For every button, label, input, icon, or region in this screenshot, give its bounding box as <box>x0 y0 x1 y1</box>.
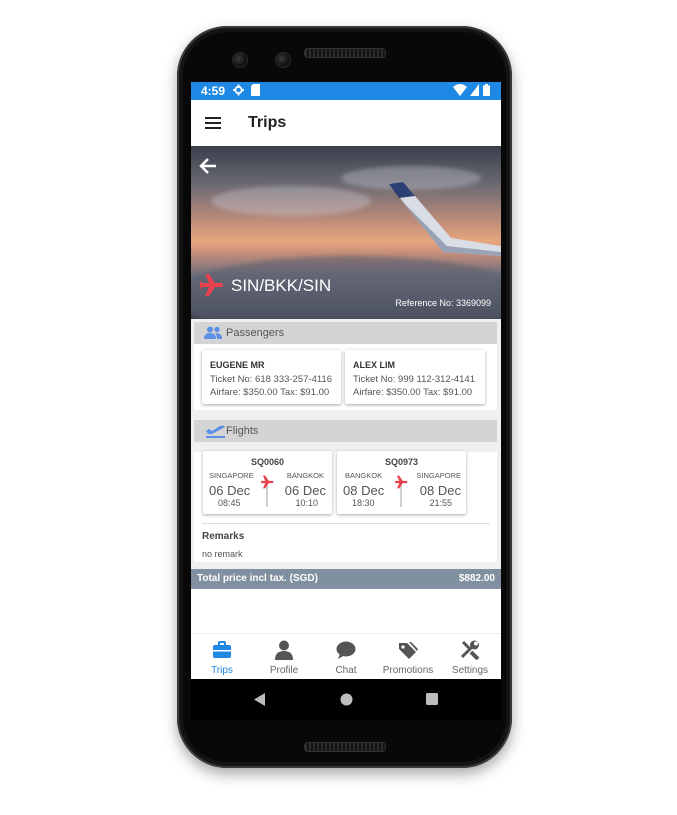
status-bar: 4:59 <box>191 82 501 100</box>
arrival-city: SINGAPORE <box>416 471 461 480</box>
nav-item-settings[interactable]: Settings <box>439 634 501 680</box>
passenger-card[interactable]: ALEX LIM Ticket No: 999 112-312-4141 Air… <box>345 350 485 404</box>
flights-header: Flights <box>194 420 497 442</box>
home-circle-icon[interactable] <box>340 693 353 706</box>
nav-label: Settings <box>451 665 489 676</box>
remarks-label: Remarks <box>202 531 245 542</box>
back-triangle-icon[interactable] <box>254 693 265 706</box>
nav-label: Chat <box>335 665 357 676</box>
passengers-heading: Passengers <box>226 327 285 339</box>
wifi-icon <box>453 84 467 96</box>
back-arrow-icon[interactable] <box>199 158 217 174</box>
flight-code: SQ0060 <box>250 457 285 467</box>
passenger-card[interactable]: EUGENE MR Ticket No: 618 333-257-4116 Ai… <box>202 350 341 404</box>
passenger-name: ALEX LIM <box>353 360 395 370</box>
page-title: Trips <box>248 114 287 131</box>
airplane-icon <box>395 475 408 489</box>
system-navigation-bar <box>191 679 501 720</box>
arrival-date: 06 Dec <box>284 483 326 498</box>
bottom-navigation: Trips Profile Chat Promotions Settings <box>191 633 501 680</box>
status-time: 4:59 <box>201 84 226 98</box>
flight-code: SQ0973 <box>384 457 419 467</box>
passenger-ticket: Ticket No: 999 112-312-4141 <box>353 374 475 385</box>
hamburger-menu-icon[interactable] <box>205 117 221 129</box>
trip-details: Passengers EUGENE MR Ticket No: 618 333-… <box>191 319 501 569</box>
passenger-ticket: Ticket No: 618 333-257-4116 <box>210 374 332 385</box>
people-icon <box>204 326 222 339</box>
arrival-date: 08 Dec <box>419 483 461 498</box>
airplane-icon <box>200 274 223 296</box>
briefcase-icon <box>213 641 231 658</box>
departure-city: SINGAPORE <box>209 471 254 480</box>
nav-item-promotions[interactable]: Promotions <box>377 634 439 680</box>
flight-card[interactable]: SQ0973 BANGKOK SINGAPORE 08 Dec 08 Dec 1… <box>337 451 466 514</box>
sd-card-icon <box>251 84 260 96</box>
earpiece-speaker <box>304 48 386 58</box>
departure-date: 06 Dec <box>209 483 251 498</box>
total-price-value: $882.00 <box>458 573 495 584</box>
person-icon <box>275 640 293 660</box>
total-price-label: Total price incl tax. (SGD) <box>197 573 318 584</box>
tags-icon <box>399 642 418 659</box>
front-camera <box>232 52 248 68</box>
arrival-city: BANGKOK <box>286 471 324 480</box>
settings-gear-icon <box>233 84 244 96</box>
arrival-time: 21:55 <box>429 498 452 508</box>
passenger-name: EUGENE MR <box>210 360 265 370</box>
airplane-icon <box>261 475 274 489</box>
arrival-time: 10:10 <box>295 498 318 508</box>
app-bar: Trips <box>191 100 501 146</box>
nav-item-profile[interactable]: Profile <box>253 634 315 680</box>
flight-card[interactable]: SQ0060 SINGAPORE BANGKOK 06 Dec 06 Dec 0… <box>203 451 332 514</box>
nav-item-chat[interactable]: Chat <box>315 634 377 680</box>
chat-bubble-icon <box>336 641 356 659</box>
flights-heading: Flights <box>226 425 259 437</box>
departure-date: 08 Dec <box>343 483 385 498</box>
phone-screen: 4:59 Trips SIN/BKK/SIN Reference No: 336… <box>191 82 501 720</box>
departure-time: 08:45 <box>218 498 241 508</box>
flight-takeoff-icon <box>206 425 225 438</box>
nav-label: Profile <box>269 665 299 676</box>
trip-hero-image: SIN/BKK/SIN Reference No: 3369099 <box>191 146 501 319</box>
front-sensor <box>275 52 291 68</box>
departure-time: 18:30 <box>352 498 375 508</box>
passenger-fare: Airfare: $350.00 Tax: $91.00 <box>210 387 330 398</box>
airplane-wing-image <box>389 182 501 256</box>
passenger-fare: Airfare: $350.00 Tax: $91.00 <box>353 387 473 398</box>
bottom-speaker <box>304 742 386 752</box>
nav-label: Trips <box>211 665 233 676</box>
divider <box>202 523 490 524</box>
total-price-bar: Total price incl tax. (SGD) $882.00 <box>191 569 501 589</box>
trip-reference: Reference No: 3369099 <box>395 298 491 308</box>
signal-icon <box>470 84 479 96</box>
remarks-text: no remark <box>202 549 243 559</box>
tools-icon <box>460 640 480 660</box>
nav-label: Promotions <box>382 665 434 676</box>
passengers-header: Passengers <box>194 322 497 344</box>
nav-item-trips[interactable]: Trips <box>191 634 253 680</box>
departure-city: BANGKOK <box>345 471 383 480</box>
battery-icon <box>483 84 490 96</box>
recents-square-icon[interactable] <box>426 693 438 705</box>
trip-route: SIN/BKK/SIN <box>231 276 332 295</box>
